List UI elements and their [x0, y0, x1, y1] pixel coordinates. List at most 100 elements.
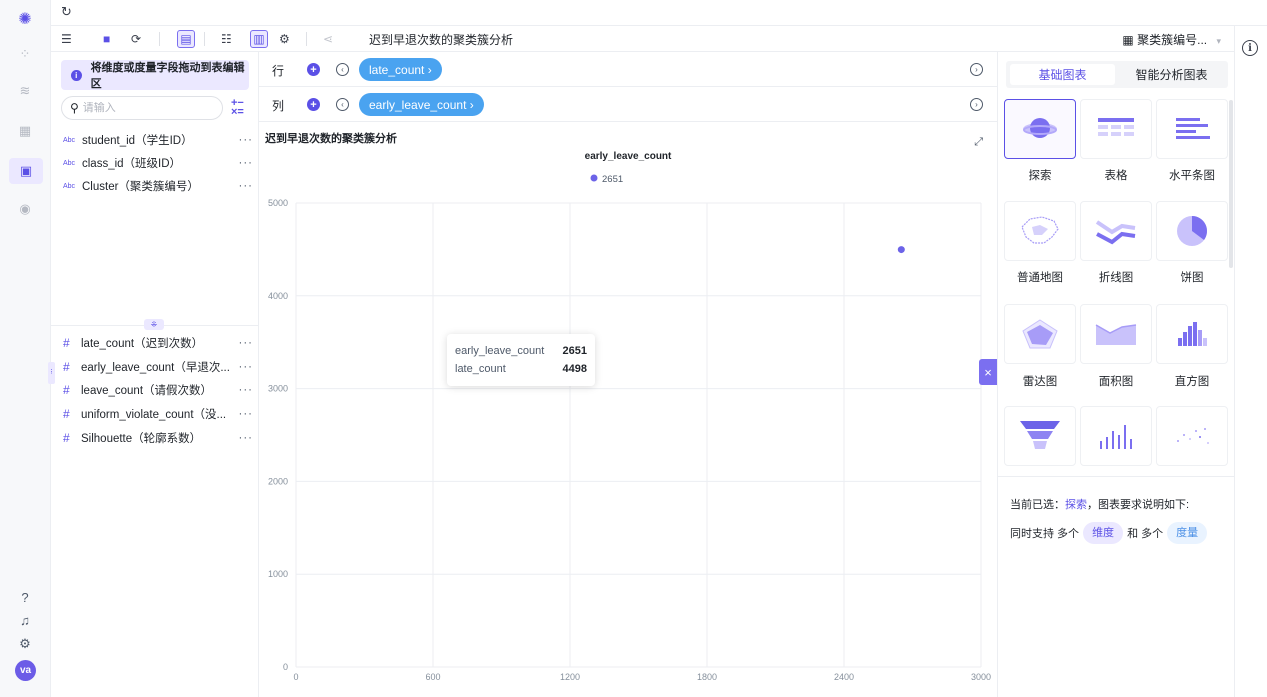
more-icon[interactable]: ··· [237, 432, 253, 444]
chevron-left-icon[interactable]: ‹ [336, 98, 349, 111]
field-item[interactable]: # early_leave_count（早退次... ··· [63, 357, 253, 377]
chart-type-histogram[interactable] [1156, 304, 1228, 364]
tooltip-row: late_count 4498 [455, 360, 587, 378]
chart-type-label: 普通地图 [1017, 272, 1063, 284]
chevron-left-icon[interactable]: ‹ [336, 63, 349, 76]
add-row-icon[interactable]: + [307, 63, 320, 76]
histogram-icon [1178, 322, 1207, 346]
chart-type-label: 表格 [1104, 170, 1128, 182]
bell-icon[interactable]: ♫ [14, 609, 36, 631]
column-field-pill[interactable]: early_leave_count › [359, 93, 484, 116]
chart-tooltip: early_leave_count 2651 late_count 4498 [447, 334, 595, 386]
chevron-right-icon[interactable]: › [970, 63, 983, 76]
column-shelf: 列 + ‹ early_leave_count › › [259, 87, 997, 122]
field-name: leave_count（请假次数） [81, 385, 213, 397]
info-icon[interactable]: i [1242, 40, 1258, 56]
horizontal-bar-icon [1176, 118, 1210, 139]
tooltip-value: 2651 [562, 345, 587, 357]
cluster-select-value: 聚类簇编号... [1137, 33, 1208, 47]
chart-type-area[interactable] [1080, 304, 1152, 364]
avatar[interactable]: va [15, 660, 36, 681]
scrollbar[interactable] [1229, 100, 1233, 268]
y-tick-label: 1000 [268, 569, 288, 579]
chart-type-radar[interactable] [1004, 304, 1076, 364]
more-icon[interactable]: ··· [237, 134, 253, 146]
settings-icon[interactable]: ⚙ [14, 633, 36, 655]
more-icon[interactable]: ··· [237, 384, 253, 396]
field-item[interactable]: # leave_count（请假次数） ··· [63, 380, 253, 400]
search-input[interactable] [82, 102, 213, 114]
save-icon[interactable]: ■ [103, 30, 110, 48]
tab-basic-charts[interactable]: 基础图表 [1010, 64, 1115, 85]
calculated-field-icon[interactable]: +− ×= [231, 98, 244, 118]
chart-type-table[interactable] [1080, 99, 1152, 159]
add-column-icon[interactable]: + [307, 98, 320, 111]
more-icon[interactable]: ··· [237, 408, 253, 420]
collapse-handle[interactable]: ⁝ [48, 362, 55, 384]
left-rail: ✺ ⁘ ≋ ▦ ▣ ◉ ? ♫ ⚙ va [0, 0, 51, 697]
indent-icon[interactable]: ☰ [61, 30, 72, 48]
chart-type-explore[interactable] [1004, 99, 1076, 159]
pie-chart-icon [1177, 216, 1207, 246]
field-item[interactable]: Abc student_id（学生ID） ··· [63, 130, 253, 150]
field-item[interactable]: # Silhouette（轮廓系数） ··· [63, 428, 253, 448]
chart-type-label: 直方图 [1174, 376, 1210, 388]
y-tick-label: 3000 [268, 384, 288, 394]
logo-icon[interactable]: ✺ [14, 8, 36, 30]
x-tick-label: 2400 [834, 672, 854, 682]
field-item[interactable]: # uniform_violate_count（没... ··· [63, 404, 253, 424]
chart-type-funnel[interactable] [1004, 406, 1076, 466]
field-search[interactable]: ⚲ [61, 96, 223, 120]
planet-icon [1023, 118, 1057, 138]
more-icon[interactable]: ··· [237, 180, 253, 192]
folder-chart-icon[interactable]: ▣ [9, 158, 43, 184]
close-panel-icon[interactable]: × [979, 359, 997, 385]
info-badge-icon: i [71, 69, 82, 81]
y-tick-label: 4000 [268, 291, 288, 301]
separator [306, 32, 307, 46]
tooltip-row: early_leave_count 2651 [455, 342, 587, 360]
compass-icon[interactable]: ◉ [14, 198, 36, 220]
chart-type-tabs: 基础图表 智能分析图表 [1006, 61, 1228, 88]
refresh-icon[interactable]: ↻ [61, 3, 72, 21]
measure-tag: 度量 [1167, 522, 1208, 544]
table-view-icon[interactable]: ▤ [177, 30, 195, 48]
database-icon[interactable]: ≋ [14, 80, 36, 102]
selected-type-link[interactable]: 探索 [1065, 499, 1087, 511]
chart-type-map[interactable] [1004, 201, 1076, 261]
cluster-select[interactable]: ▦ 聚类簇编号... ▾ [1122, 31, 1221, 48]
dimension-tag: 维度 [1083, 522, 1124, 544]
share-icon[interactable]: ⋖ [323, 30, 333, 48]
chart-view-icon[interactable]: ▥ [250, 30, 268, 48]
chart-type-pie[interactable] [1156, 201, 1228, 261]
table-chart-icon [1098, 118, 1134, 136]
more-icon[interactable]: ··· [237, 157, 253, 169]
field-item[interactable]: Abc class_id（班级ID） ··· [63, 153, 253, 173]
tab-smart-charts[interactable]: 智能分析图表 [1119, 64, 1224, 85]
chart-type-column[interactable] [1080, 406, 1152, 466]
chart-type-label: 探索 [1028, 170, 1052, 182]
help-icon[interactable]: ? [14, 586, 36, 608]
more-icon[interactable]: ··· [237, 337, 253, 349]
row-field-pill[interactable]: late_count › [359, 58, 442, 81]
chart-type-scatter[interactable] [1156, 406, 1228, 466]
apps-icon[interactable]: ⁘ [14, 43, 36, 65]
map-icon [1021, 216, 1059, 244]
selected-description: 当前已选：探索，图表要求说明如下: [1010, 496, 1189, 512]
chevron-right-icon[interactable]: › [970, 98, 983, 111]
chart-type-line[interactable] [1080, 201, 1152, 261]
more-icon[interactable]: ··· [237, 361, 253, 373]
x-tick-label: 1200 [560, 672, 580, 682]
number-type-icon: # [63, 431, 70, 445]
sync-icon[interactable]: ⟳ [131, 30, 141, 48]
field-item[interactable]: Abc Cluster（聚类簇编号） ··· [63, 176, 253, 196]
dashboard-icon[interactable]: ▦ [14, 120, 36, 142]
chart-type-horizontal-bar[interactable] [1156, 99, 1228, 159]
gear-icon[interactable]: ⚙ [279, 30, 290, 48]
y-tick-label: 0 [283, 662, 288, 672]
field-item[interactable]: # late_count（迟到次数） ··· [63, 333, 253, 353]
field-name: student_id（学生ID） [82, 135, 193, 147]
filter-settings-icon[interactable]: ☷ [221, 30, 232, 48]
page-title: 迟到早退次数的聚类簇分析 [369, 33, 514, 47]
resize-handle[interactable]: ⁜ [144, 319, 164, 330]
